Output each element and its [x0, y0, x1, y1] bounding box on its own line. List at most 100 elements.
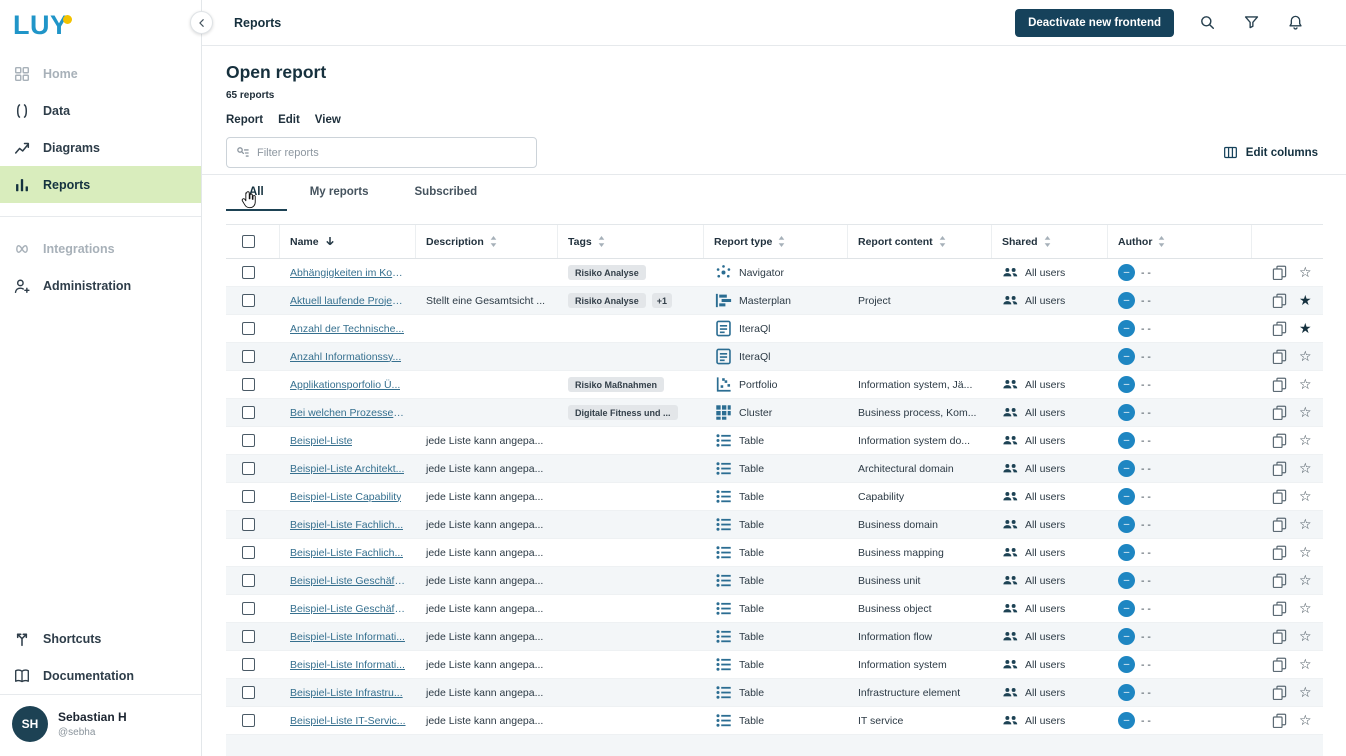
column-header-report-type[interactable]: Report type: [704, 225, 848, 258]
column-header-name[interactable]: Name: [280, 225, 416, 258]
tab-all[interactable]: All: [226, 175, 287, 211]
copy-icon[interactable]: [1270, 655, 1289, 674]
star-outline-icon[interactable]: ☆: [1297, 376, 1314, 394]
bell-icon[interactable]: [1285, 12, 1306, 33]
row-checkbox[interactable]: [242, 518, 255, 531]
report-name-link[interactable]: Beispiel-Liste IT-Servic...: [290, 715, 406, 727]
copy-icon[interactable]: [1270, 375, 1289, 394]
copy-icon[interactable]: [1270, 627, 1289, 646]
copy-icon[interactable]: [1270, 459, 1289, 478]
sidebar-item-administration[interactable]: Administration: [0, 267, 201, 304]
row-checkbox[interactable]: [242, 658, 255, 671]
sidebar-item-reports[interactable]: Reports: [0, 166, 201, 203]
star-outline-icon[interactable]: ☆: [1297, 572, 1314, 590]
filter-reports-input[interactable]: [257, 147, 527, 159]
copy-icon[interactable]: [1270, 403, 1289, 422]
sidebar-item-home[interactable]: Home: [0, 55, 201, 92]
sidebar-item-documentation[interactable]: Documentation: [0, 657, 201, 694]
tab-my-reports[interactable]: My reports: [287, 175, 392, 211]
report-name-link[interactable]: Beispiel-Liste Fachlich...: [290, 547, 403, 559]
copy-icon[interactable]: [1270, 683, 1289, 702]
column-header-description[interactable]: Description: [416, 225, 558, 258]
copy-icon[interactable]: [1270, 347, 1289, 366]
star-outline-icon[interactable]: ☆: [1297, 628, 1314, 646]
row-checkbox[interactable]: [242, 574, 255, 587]
row-checkbox[interactable]: [242, 350, 255, 363]
report-name-link[interactable]: Beispiel-Liste Geschäft...: [290, 603, 406, 615]
column-header-author[interactable]: Author: [1108, 225, 1252, 258]
row-checkbox[interactable]: [242, 686, 255, 699]
sidebar-collapse-button[interactable]: [190, 11, 213, 34]
report-name-link[interactable]: Anzahl Informationssy...: [290, 351, 401, 363]
report-name-link[interactable]: Beispiel-Liste Geschäft...: [290, 575, 406, 587]
star-outline-icon[interactable]: ☆: [1297, 460, 1314, 478]
row-checkbox[interactable]: [242, 294, 255, 307]
star-outline-icon[interactable]: ☆: [1297, 488, 1314, 506]
star-outline-icon[interactable]: ☆: [1297, 656, 1314, 674]
luy-logo[interactable]: LUY: [13, 10, 69, 41]
menu-view[interactable]: View: [315, 114, 341, 126]
report-name-link[interactable]: Beispiel-Liste Fachlich...: [290, 519, 403, 531]
star-outline-icon[interactable]: ☆: [1297, 684, 1314, 702]
star-filled-icon[interactable]: ★: [1297, 292, 1314, 310]
report-name-link[interactable]: Bei welchen Prozessen...: [290, 407, 406, 419]
menu-report[interactable]: Report: [226, 114, 263, 126]
copy-icon[interactable]: [1270, 263, 1289, 282]
column-header-report-content[interactable]: Report content: [848, 225, 992, 258]
menu-edit[interactable]: Edit: [278, 114, 300, 126]
select-all-checkbox[interactable]: [242, 235, 255, 248]
star-outline-icon[interactable]: ☆: [1297, 348, 1314, 366]
copy-icon[interactable]: [1270, 291, 1289, 310]
row-checkbox[interactable]: [242, 714, 255, 727]
row-checkbox[interactable]: [242, 490, 255, 503]
report-name-link[interactable]: Abhängigkeiten im Kon...: [290, 267, 406, 279]
report-name-link[interactable]: Beispiel-Liste Architekt...: [290, 463, 404, 475]
copy-icon[interactable]: [1270, 515, 1289, 534]
report-name-link[interactable]: Beispiel-Liste Infrastru...: [290, 687, 403, 699]
sidebar-item-integrations[interactable]: Integrations: [0, 230, 201, 267]
copy-icon[interactable]: [1270, 599, 1289, 618]
report-name-link[interactable]: Beispiel-Liste Informati...: [290, 631, 405, 643]
column-header-shared[interactable]: Shared: [992, 225, 1108, 258]
star-outline-icon[interactable]: ☆: [1297, 712, 1314, 730]
star-outline-icon[interactable]: ☆: [1297, 516, 1314, 534]
topbar-title: Reports: [234, 16, 281, 30]
copy-icon[interactable]: [1270, 571, 1289, 590]
sidebar-item-diagrams[interactable]: Diagrams: [0, 129, 201, 166]
report-name-link[interactable]: Beispiel-Liste Capability: [290, 491, 401, 503]
report-name-link[interactable]: Beispiel-Liste: [290, 435, 352, 447]
row-checkbox[interactable]: [242, 630, 255, 643]
report-name-link[interactable]: Beispiel-Liste Informati...: [290, 659, 405, 671]
star-outline-icon[interactable]: ☆: [1297, 432, 1314, 450]
filter-icon[interactable]: [1241, 12, 1262, 33]
star-outline-icon[interactable]: ☆: [1297, 600, 1314, 618]
search-icon[interactable]: [1197, 12, 1218, 33]
edit-columns-button[interactable]: Edit columns: [1223, 145, 1318, 160]
user-profile[interactable]: SH Sebastian H @sebha: [0, 694, 201, 756]
star-filled-icon[interactable]: ★: [1297, 320, 1314, 338]
report-name-link[interactable]: Applikationsporfolio Ü...: [290, 379, 400, 391]
row-checkbox[interactable]: [242, 434, 255, 447]
report-name-link[interactable]: Anzahl der Technische...: [290, 323, 404, 335]
row-checkbox[interactable]: [242, 266, 255, 279]
copy-icon[interactable]: [1270, 487, 1289, 506]
row-checkbox[interactable]: [242, 462, 255, 475]
star-outline-icon[interactable]: ☆: [1297, 264, 1314, 282]
sidebar-item-shortcuts[interactable]: Shortcuts: [0, 620, 201, 657]
row-checkbox[interactable]: [242, 322, 255, 335]
sidebar-item-data[interactable]: Data: [0, 92, 201, 129]
star-outline-icon[interactable]: ☆: [1297, 404, 1314, 422]
row-checkbox[interactable]: [242, 602, 255, 615]
tab-subscribed[interactable]: Subscribed: [392, 175, 501, 211]
column-header-tags[interactable]: Tags: [558, 225, 704, 258]
row-checkbox[interactable]: [242, 546, 255, 559]
row-checkbox[interactable]: [242, 378, 255, 391]
star-outline-icon[interactable]: ☆: [1297, 544, 1314, 562]
copy-icon[interactable]: [1270, 711, 1289, 730]
deactivate-frontend-button[interactable]: Deactivate new frontend: [1015, 9, 1174, 37]
report-name-link[interactable]: Aktuell laufende Projek...: [290, 295, 406, 307]
copy-icon[interactable]: [1270, 319, 1289, 338]
copy-icon[interactable]: [1270, 431, 1289, 450]
row-checkbox[interactable]: [242, 406, 255, 419]
copy-icon[interactable]: [1270, 543, 1289, 562]
